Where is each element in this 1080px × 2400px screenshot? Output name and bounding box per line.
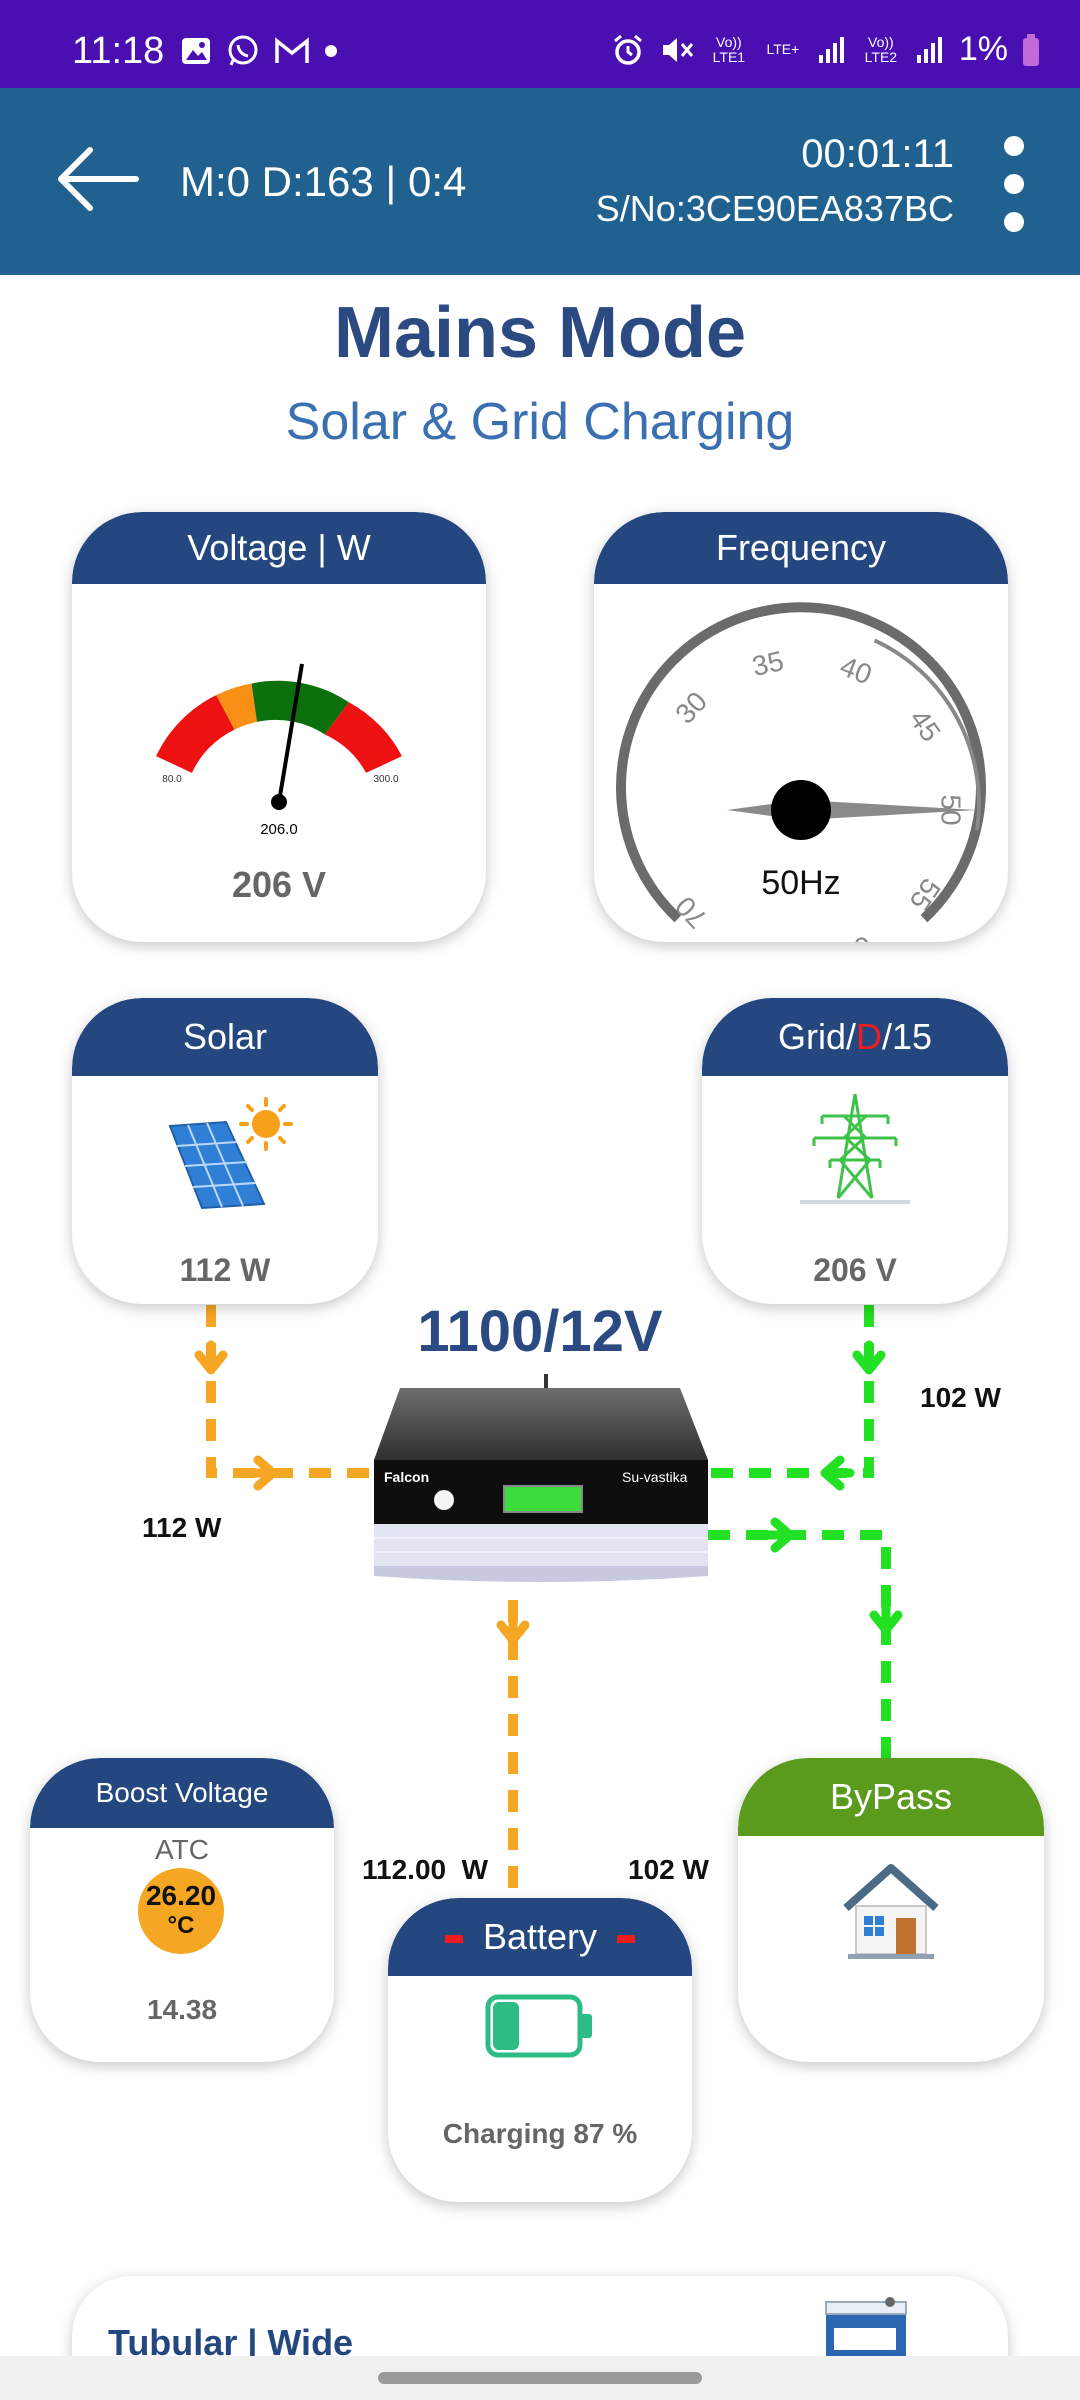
frequency-tick-label: 55	[903, 873, 946, 916]
grid-card-header: Grid/D/15	[702, 998, 1008, 1076]
frequency-tick-label: 40	[836, 650, 876, 690]
grid-card[interactable]: Grid/D/15 206 V	[702, 998, 1008, 1304]
solar-flow-line	[206, 1305, 370, 1478]
grid-flow-label: 102 W	[920, 1382, 1001, 1413]
solar-card[interactable]: Solar 112 W	[72, 998, 378, 1304]
grid-flow-line	[708, 1305, 874, 1478]
grid-down-arrow-icon	[852, 1340, 886, 1375]
house-icon	[843, 1864, 939, 1959]
boost-voltage-header: Boost Voltage	[30, 1758, 334, 1828]
frequency-tick-label: 45	[903, 704, 946, 747]
frequency-card[interactable]: Frequency 30 35 40 45 50 55 60 65 70 50H…	[594, 512, 1008, 942]
app-screen: 11:18 Vo)) LTE1 LTE+ Vo)) LTE2 1% M:0 D:…	[0, 0, 1080, 2400]
inverter-power-button	[434, 1490, 454, 1510]
battery-card-header: Battery	[388, 1898, 692, 1976]
battery-level-icon	[485, 1994, 592, 2058]
gauge-min-label: 80.0	[162, 774, 182, 785]
frequency-reading: 50Hz	[761, 864, 840, 902]
temperature-value: 26.20	[145, 1880, 217, 1911]
sun-icon	[239, 1097, 293, 1151]
solar-flow-label: 112 W	[142, 1512, 222, 1543]
inverter-lcd-display	[503, 1485, 583, 1513]
solar-card-header: Solar	[72, 998, 378, 1076]
bypass-card-header: ByPass	[738, 1758, 1044, 1836]
frequency-gauge-pivot	[771, 780, 831, 840]
inverter-model: 1100/12V	[417, 1299, 663, 1364]
temperature-unit: °C	[167, 1912, 195, 1939]
frequency-tick-label: 65	[749, 938, 786, 942]
grid-status-flag: D	[855, 1016, 882, 1057]
temperature-badge: 26.20 °C	[138, 1868, 224, 1954]
frequency-tick-label: 30	[669, 686, 713, 730]
frequency-gauge: 30 35 40 45 50 55 60 65 70 50Hz	[616, 602, 986, 942]
battery-header-label: Battery	[482, 1916, 598, 1957]
voltage-value: 206 V	[231, 864, 327, 905]
gauge-max-label: 300.0	[373, 774, 398, 785]
bypass-card[interactable]: ByPass	[738, 1758, 1044, 2062]
solar-down-arrow-icon	[194, 1340, 228, 1375]
battery-status: Charging 87 %	[442, 2118, 638, 2149]
gauge-reading-label: 206.0	[260, 821, 298, 838]
battery-down-arrow-icon	[496, 1610, 530, 1645]
solar-panel-icon	[168, 1097, 293, 1210]
bypass-right-arrow-icon	[757, 1517, 795, 1553]
home-gesture-handle[interactable]	[378, 2372, 702, 2384]
battery-minus-icon	[444, 1935, 463, 1944]
gauge-pivot	[271, 794, 287, 810]
frequency-tick-label: 70	[669, 890, 713, 934]
inverter-top	[374, 1388, 708, 1460]
boost-voltage-value: 14.38	[146, 1994, 218, 2025]
bypass-down-arrow-icon	[869, 1600, 903, 1635]
grid-value: 206 V	[813, 1252, 897, 1288]
solar-right-arrow-icon	[240, 1455, 278, 1491]
voltage-card-header: Voltage | W	[72, 512, 486, 584]
battery-minus-icon-right	[617, 1935, 636, 1944]
inverter-image[interactable]: Falcon Su-vastika	[370, 1370, 710, 1590]
battery-flow-label: 112.00 W	[362, 1854, 489, 1885]
bypass-flow-line	[708, 1530, 891, 1760]
transmission-tower-icon	[800, 1093, 910, 1204]
boost-voltage-card[interactable]: Boost Voltage ATC 26.20 °C 14.38	[30, 1758, 334, 2062]
solar-value: 112 W	[179, 1252, 271, 1288]
frequency-card-header: Frequency	[594, 512, 1008, 584]
inverter-base	[374, 1524, 708, 1566]
grid-header-prefix: Grid/	[777, 1016, 856, 1057]
frequency-tick-label: 35	[749, 645, 786, 682]
voltage-card[interactable]: Voltage | W 80.0 300.0 206.0 206 V	[72, 512, 486, 942]
voltage-gauge: 80.0 300.0 206.0	[156, 663, 402, 838]
frequency-tick-label: 60	[836, 930, 876, 942]
bypass-flow-label: 102 W	[628, 1854, 709, 1885]
inverter-brand-left: Falcon	[384, 1469, 429, 1485]
battery-card[interactable]: Battery Charging 87 %	[388, 1898, 692, 2202]
grid-header-suffix: /15	[881, 1016, 933, 1057]
inverter-brand-right: Su-vastika	[622, 1469, 688, 1485]
atc-label: ATC	[155, 1834, 209, 1865]
grid-left-arrow-icon	[820, 1455, 855, 1491]
